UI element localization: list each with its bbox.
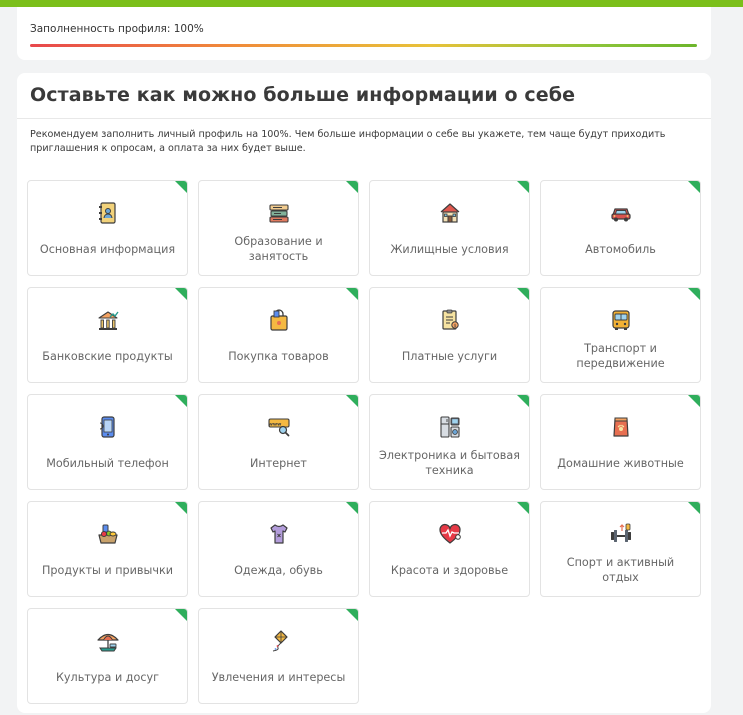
category-label: Мобильный телефон: [46, 456, 169, 470]
page-title: Оставьте как можно больше информации о с…: [30, 84, 576, 106]
completed-corner-marker: [688, 502, 700, 514]
completed-corner-marker: [688, 395, 700, 407]
category-tile[interactable]: Мобильный телефон: [27, 394, 188, 490]
svg-text:www: www: [268, 422, 281, 427]
category-label: Платные услуги: [401, 349, 498, 363]
books-icon: [267, 201, 291, 225]
category-tile[interactable]: Покупка товаров: [198, 287, 359, 383]
kite-icon: [267, 629, 291, 653]
category-label: Электроника и бытовая техника: [379, 449, 520, 477]
category-tile[interactable]: Домашние животные: [540, 394, 701, 490]
page-description: Рекомендуем заполнить личный профиль на …: [30, 129, 666, 154]
house-icon: [438, 201, 462, 225]
category-label: Автомобиль: [585, 242, 656, 256]
svg-text:$: $: [453, 323, 456, 329]
www-search-icon: www: [267, 415, 291, 439]
category-tile[interactable]: Электроника и бытовая техника: [369, 394, 530, 490]
completed-corner-marker: [688, 181, 700, 193]
category-label: Одежда, обувь: [234, 563, 323, 577]
completed-corner-marker: [517, 181, 529, 193]
completed-corner-marker: [346, 502, 358, 514]
pet-food-icon: [609, 415, 633, 439]
appliances-icon: [438, 415, 462, 439]
category-label: Жилищные условия: [390, 242, 509, 256]
address-book-icon: [96, 201, 120, 225]
completed-corner-marker: [175, 502, 187, 514]
shopping-bag-icon: [267, 308, 291, 332]
dumbbell-icon: [609, 522, 633, 546]
category-label: Продукты и привычки: [42, 563, 173, 577]
beach-umbrella-icon: [96, 629, 120, 653]
category-tile[interactable]: www Интернет: [198, 394, 359, 490]
category-grid: Основная информация Образование и занятос…: [27, 180, 701, 704]
profile-completeness-bar: [30, 44, 697, 47]
completed-corner-marker: [175, 609, 187, 621]
invoice-icon: $: [438, 308, 462, 332]
category-tile[interactable]: Образование и занятость: [198, 180, 359, 276]
completed-corner-marker: [175, 288, 187, 300]
bus-icon: [609, 308, 633, 332]
completed-corner-marker: [517, 288, 529, 300]
category-tile[interactable]: Транспорт и передвижение: [540, 287, 701, 383]
completed-corner-marker: [346, 288, 358, 300]
category-label: Образование и занятость: [234, 235, 323, 263]
category-tile[interactable]: Красота и здоровье: [369, 501, 530, 597]
car-icon: [609, 201, 633, 225]
profile-info-card: Оставьте как можно больше информации о с…: [17, 73, 711, 713]
completed-corner-marker: [346, 181, 358, 193]
profile-completeness-label: Заполненность профиля: 100%: [30, 23, 204, 35]
completed-corner-marker: [175, 395, 187, 407]
mobile-phone-icon: [96, 415, 120, 439]
category-tile[interactable]: $ Платные услуги: [369, 287, 530, 383]
completed-corner-marker: [175, 181, 187, 193]
category-label: Покупка товаров: [228, 349, 329, 363]
completed-corner-marker: [688, 288, 700, 300]
category-label: Красота и здоровье: [390, 563, 509, 577]
category-label: Банковские продукты: [42, 349, 173, 363]
top-accent-strip: [0, 0, 743, 7]
category-label: Интернет: [250, 456, 307, 470]
completed-corner-marker: [517, 395, 529, 407]
category-label: Увлечения и интересы: [211, 670, 346, 684]
heartbeat-icon: [438, 522, 462, 546]
category-tile[interactable]: Одежда, обувь: [198, 501, 359, 597]
category-tile[interactable]: Спорт и активный отдых: [540, 501, 701, 597]
category-label: Основная информация: [39, 242, 176, 256]
category-tile[interactable]: Увлечения и интересы: [198, 608, 359, 704]
category-tile[interactable]: Культура и досуг: [27, 608, 188, 704]
category-label: Домашние животные: [557, 456, 684, 470]
category-tile[interactable]: Жилищные условия: [369, 180, 530, 276]
completed-corner-marker: [346, 395, 358, 407]
category-tile[interactable]: Основная информация: [27, 180, 188, 276]
category-label: Культура и досуг: [55, 670, 159, 684]
tshirt-icon: [267, 522, 291, 546]
profile-completeness-fill: [30, 44, 697, 47]
category-tile[interactable]: Автомобиль: [540, 180, 701, 276]
category-label: Спорт и активный отдых: [566, 556, 675, 584]
category-label: Транспорт и передвижение: [576, 342, 665, 370]
category-tile[interactable]: Продукты и привычки: [27, 501, 188, 597]
profile-completeness-card: Заполненность профиля: 100%: [17, 7, 711, 60]
completed-corner-marker: [346, 609, 358, 621]
category-tile[interactable]: Банковские продукты: [27, 287, 188, 383]
groceries-icon: [96, 522, 120, 546]
completed-corner-marker: [517, 502, 529, 514]
bank-chart-icon: [96, 308, 120, 332]
title-divider: [17, 118, 711, 119]
